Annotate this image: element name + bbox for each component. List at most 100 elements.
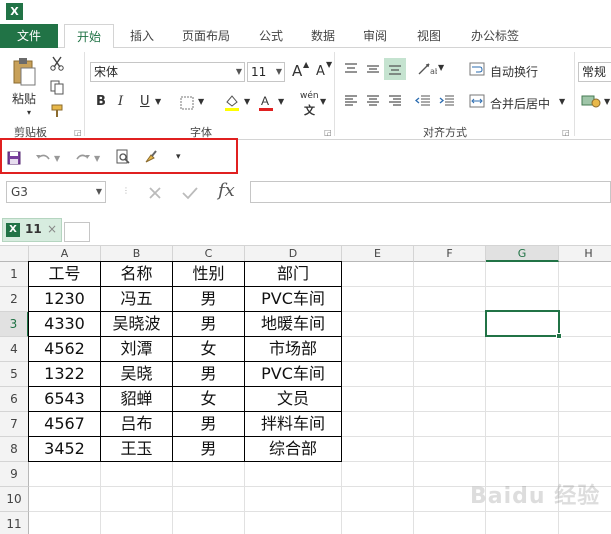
- column-header-e[interactable]: E: [342, 246, 414, 262]
- enter-icon[interactable]: [180, 184, 200, 202]
- grow-font-button[interactable]: A: [292, 62, 302, 80]
- borders-icon[interactable]: [178, 94, 196, 112]
- cell-c6[interactable]: 女: [172, 386, 245, 412]
- borders-dropdown-icon[interactable]: ▼: [198, 97, 204, 106]
- wrap-text-button[interactable]: 自动换行: [490, 63, 538, 80]
- cell-b9[interactable]: [101, 462, 173, 487]
- name-box[interactable]: G3 ▼: [6, 181, 106, 203]
- cell-d2[interactable]: PVC车间: [244, 286, 342, 312]
- font-launcher-icon[interactable]: ◲: [324, 128, 332, 137]
- cell-f3[interactable]: [414, 312, 486, 337]
- row-header-8[interactable]: 8: [0, 437, 29, 462]
- cell-f6[interactable]: [414, 387, 486, 412]
- cut-icon[interactable]: [48, 54, 66, 72]
- cell-h7[interactable]: [559, 412, 611, 437]
- cell-c4[interactable]: 女: [172, 336, 245, 362]
- cell-a6[interactable]: 6543: [28, 386, 101, 412]
- cell-c9[interactable]: [173, 462, 245, 487]
- column-header-b[interactable]: B: [101, 246, 173, 262]
- cell-h5[interactable]: [559, 362, 611, 387]
- cell-h2[interactable]: [559, 287, 611, 312]
- row-header-4[interactable]: 4: [0, 337, 29, 362]
- tab-insert[interactable]: 插入: [120, 24, 164, 48]
- underline-button[interactable]: U: [140, 94, 150, 109]
- cell-c2[interactable]: 男: [172, 286, 245, 312]
- increase-indent-icon[interactable]: [438, 92, 456, 110]
- clipboard-launcher-icon[interactable]: ◲: [74, 128, 82, 137]
- tab-home[interactable]: 开始: [64, 24, 114, 49]
- cell-d6[interactable]: 文员: [244, 386, 342, 412]
- cell-e6[interactable]: [342, 387, 414, 412]
- align-middle-icon[interactable]: [364, 60, 382, 78]
- cell-a2[interactable]: 1230: [28, 286, 101, 312]
- cell-d8[interactable]: 综合部: [244, 436, 342, 462]
- cell-g6[interactable]: [486, 387, 559, 412]
- cell-d9[interactable]: [245, 462, 342, 487]
- cell-f5[interactable]: [414, 362, 486, 387]
- cell-g8[interactable]: [486, 437, 559, 462]
- tab-page-layout[interactable]: 页面布局: [172, 24, 240, 48]
- cell-h8[interactable]: [559, 437, 611, 462]
- cell-a10[interactable]: [29, 487, 101, 512]
- wrap-text-icon[interactable]: [468, 60, 486, 78]
- cell-b6[interactable]: 貂蝉: [100, 386, 173, 412]
- tab-data[interactable]: 数据: [302, 24, 344, 48]
- paste-dropdown-icon[interactable]: ▾: [27, 108, 31, 117]
- merge-center-button[interactable]: 合并后居中: [490, 95, 550, 112]
- merge-center-dropdown-icon[interactable]: ▼: [559, 97, 565, 106]
- cell-g11[interactable]: [486, 512, 559, 534]
- format-painter-icon[interactable]: [48, 102, 66, 120]
- align-center-icon[interactable]: [364, 92, 382, 110]
- close-icon[interactable]: ×: [47, 222, 57, 236]
- cell-f4[interactable]: [414, 337, 486, 362]
- font-color-icon[interactable]: A: [256, 92, 276, 112]
- cell-h1[interactable]: [559, 262, 611, 287]
- row-header-9[interactable]: 9: [0, 462, 29, 487]
- cell-c3[interactable]: 男: [172, 311, 245, 337]
- cell-h11[interactable]: [559, 512, 611, 534]
- phonetic-button[interactable]: wén: [300, 91, 319, 101]
- cell-b11[interactable]: [101, 512, 173, 534]
- align-right-icon[interactable]: [386, 92, 404, 110]
- font-color-dropdown-icon[interactable]: ▼: [278, 97, 284, 106]
- cell-e11[interactable]: [342, 512, 414, 534]
- cell-c7[interactable]: 男: [172, 411, 245, 437]
- cell-a3[interactable]: 4330: [28, 311, 101, 337]
- cell-f7[interactable]: [414, 412, 486, 437]
- new-workbook-tab-button[interactable]: [64, 222, 90, 242]
- cell-g2[interactable]: [486, 287, 559, 312]
- column-header-c[interactable]: C: [173, 246, 245, 262]
- workbook-tab-11[interactable]: X 11 ×: [2, 218, 62, 242]
- row-header-2[interactable]: 2: [0, 287, 29, 312]
- cell-d10[interactable]: [245, 487, 342, 512]
- accounting-dropdown-icon[interactable]: ▼: [604, 97, 610, 106]
- cell-a11[interactable]: [29, 512, 101, 534]
- cell-e1[interactable]: [342, 262, 414, 287]
- orientation-icon[interactable]: ab: [416, 60, 438, 78]
- cell-c1[interactable]: 性别: [172, 261, 245, 287]
- cell-c8[interactable]: 男: [172, 436, 245, 462]
- align-left-icon[interactable]: [342, 92, 360, 110]
- row-header-7[interactable]: 7: [0, 412, 29, 437]
- cell-d4[interactable]: 市场部: [244, 336, 342, 362]
- cell-h3[interactable]: [559, 312, 611, 337]
- cell-e8[interactable]: [342, 437, 414, 462]
- cell-b1[interactable]: 名称: [100, 261, 173, 287]
- alignment-launcher-icon[interactable]: ◲: [562, 128, 570, 137]
- cell-e7[interactable]: [342, 412, 414, 437]
- cell-b8[interactable]: 王玉: [100, 436, 173, 462]
- cell-b10[interactable]: [101, 487, 173, 512]
- cell-a8[interactable]: 3452: [28, 436, 101, 462]
- cell-d3[interactable]: 地暖车间: [244, 311, 342, 337]
- row-header-3[interactable]: 3: [0, 312, 29, 337]
- bold-button[interactable]: B: [96, 94, 106, 109]
- copy-icon[interactable]: [48, 78, 66, 96]
- column-header-d[interactable]: D: [245, 246, 342, 262]
- cell-b5[interactable]: 吴晓: [100, 361, 173, 387]
- selected-cell-g3[interactable]: [485, 310, 562, 339]
- merge-center-icon[interactable]: [468, 92, 486, 110]
- formula-input[interactable]: [250, 181, 611, 203]
- column-header-h[interactable]: H: [559, 246, 611, 262]
- cell-d1[interactable]: 部门: [244, 261, 342, 287]
- row-header-5[interactable]: 5: [0, 362, 29, 387]
